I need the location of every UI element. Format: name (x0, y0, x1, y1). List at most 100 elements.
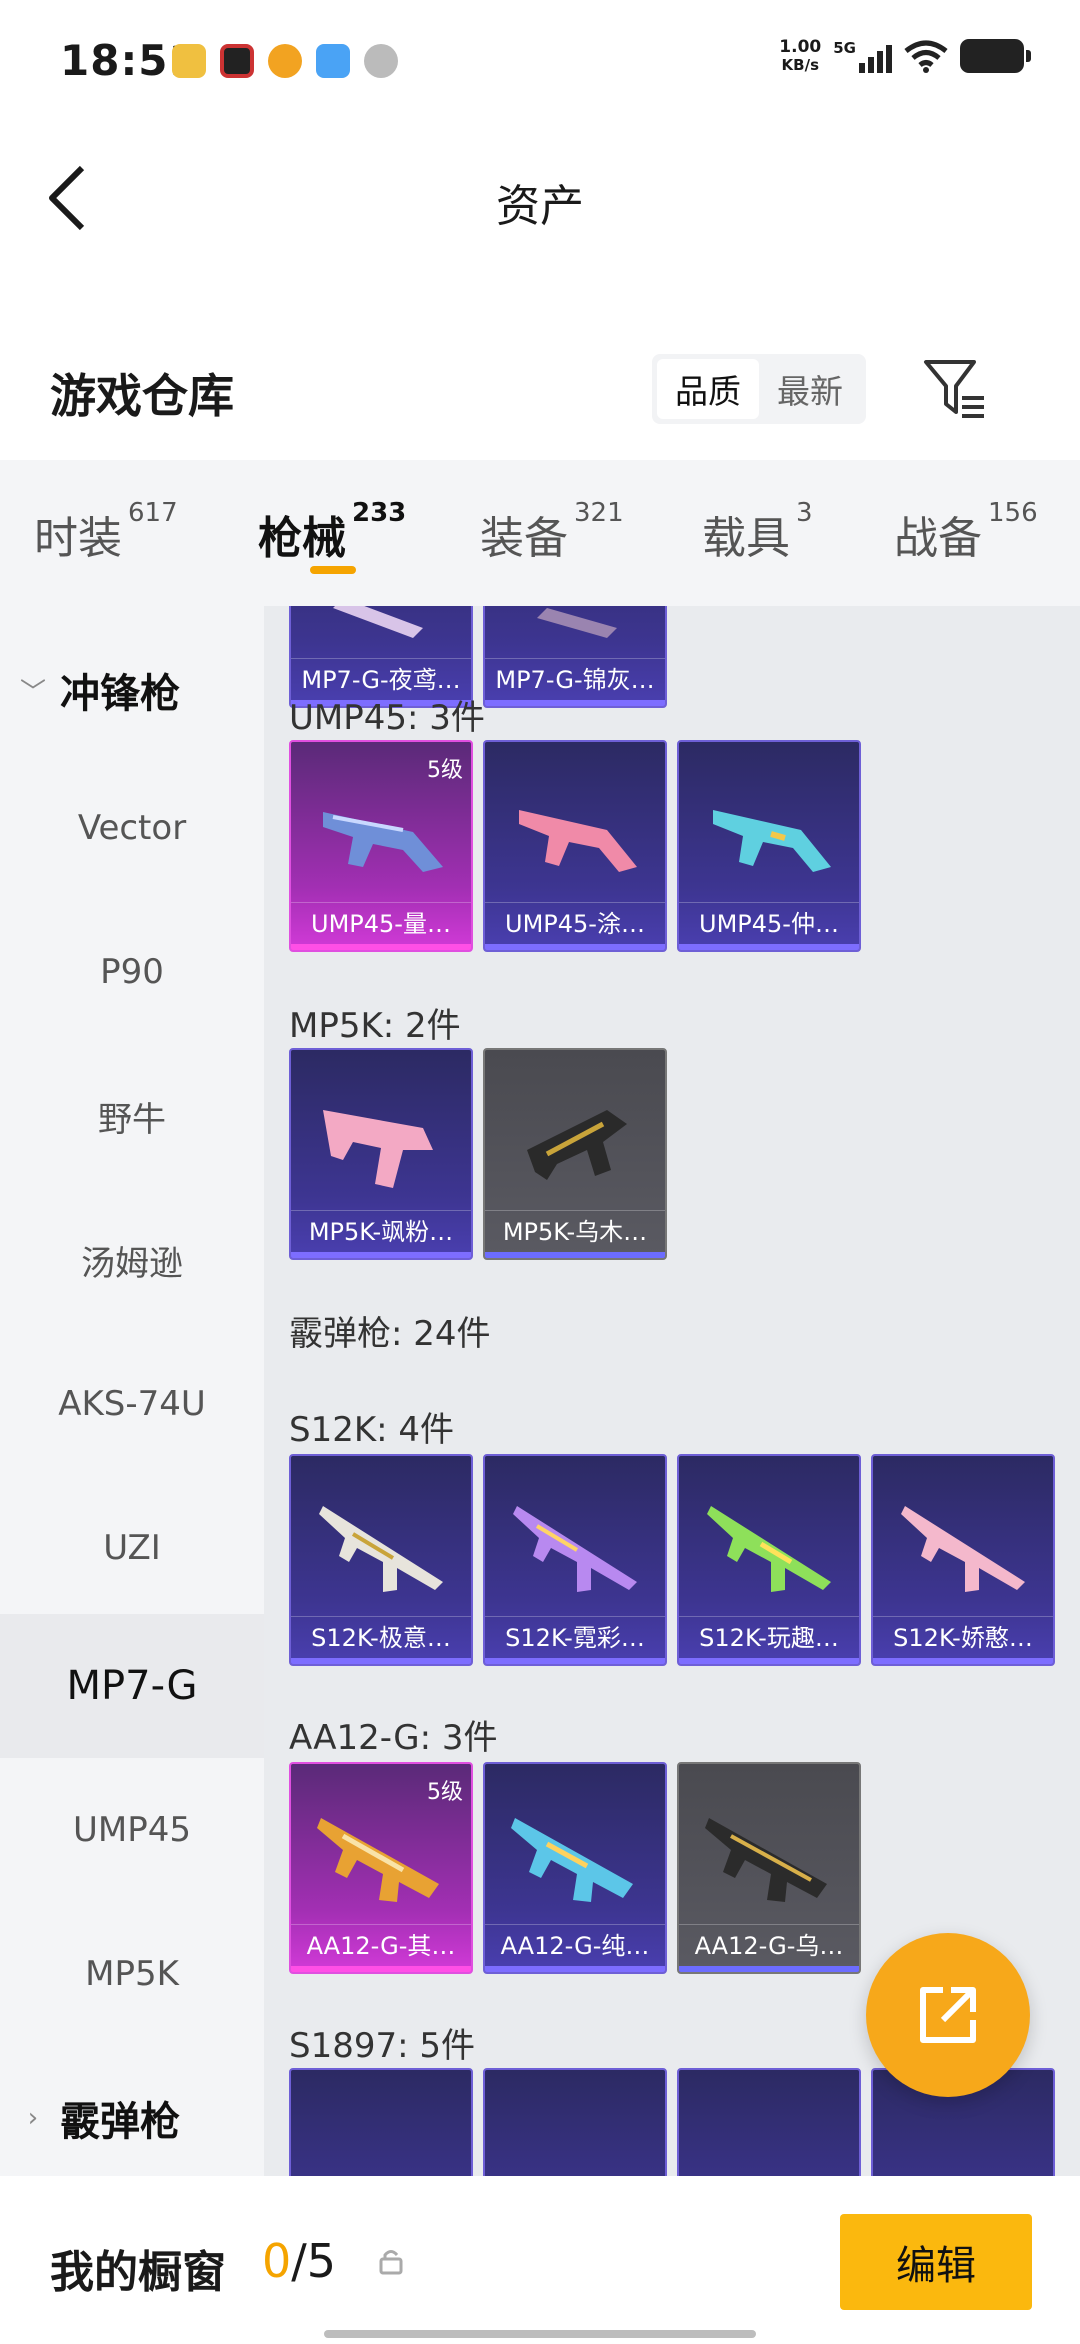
sidebar-item-mp5k[interactable]: MP5K (0, 1902, 264, 2046)
tab-label: 载具 (702, 513, 790, 564)
showcase-title: 我的橱窗 (50, 2247, 226, 2298)
filter-icon[interactable] (922, 354, 988, 424)
skin-card[interactable]: 5级 UMP45-量… (289, 740, 473, 952)
skin-card[interactable]: 5级 AA12-G-其… (289, 1762, 473, 1974)
sidebar-item-vector[interactable]: Vector (0, 756, 264, 900)
skin-card[interactable]: S12K-极意… (289, 1454, 473, 1666)
skin-name: AA12-G-纯… (485, 1924, 665, 1966)
sort-option-newest[interactable]: 最新 (759, 359, 861, 419)
skin-card[interactable]: AA12-G-纯… (483, 1762, 667, 1974)
tab-label: 装备 (480, 513, 568, 564)
network-speed-value: 1.00 (779, 37, 822, 57)
app-icon-3 (268, 44, 302, 78)
weapon-skin-icon (317, 1818, 439, 1902)
app-header: 资产 (0, 120, 1080, 280)
app-icon-2 (220, 44, 254, 78)
weapon-skin-icon (519, 810, 637, 872)
tab-count: 321 (574, 498, 624, 528)
tab-vehicles[interactable]: 载具 3 (702, 498, 813, 566)
sidebar-item-aks74u[interactable]: AKS-74U (0, 1332, 264, 1476)
group-label-ump45: UMP45: 3件 (289, 698, 485, 738)
tab-tactical[interactable]: 战备 156 (894, 498, 1038, 566)
page-title: 资产 (496, 181, 584, 232)
weapon-type-sidebar: ﹀ 冲锋枪 Vector P90 野牛 汤姆逊 AKS-74U UZI MP7-… (0, 606, 264, 2176)
skin-name: S12K-娇憨… (873, 1616, 1053, 1658)
edit-button[interactable]: 编辑 (840, 2214, 1032, 2310)
sidebar-group-smg[interactable]: ﹀ 冲锋枪 (18, 650, 180, 730)
skin-card[interactable]: S12K-玩趣… (677, 1454, 861, 1666)
sidebar-item-thompson[interactable]: 汤姆逊 (0, 1188, 264, 1332)
skin-card[interactable]: MP7-G-锦灰… (483, 606, 667, 708)
sidebar-item-uzi[interactable]: UZI (0, 1476, 264, 1620)
group-label-mp5k: MP5K: 2件 (289, 1006, 461, 1046)
rarity-bar (291, 1966, 471, 1972)
app-icon-5 (364, 44, 398, 78)
weapon-skin-icon (537, 608, 617, 638)
skin-card[interactable]: MP5K-乌木… (483, 1048, 667, 1260)
tab-firearms[interactable]: 枪械 233 (258, 498, 406, 566)
weapon-skin-icon (901, 1506, 1025, 1592)
skin-card[interactable]: UMP45-涂… (483, 740, 667, 952)
tab-count: 617 (128, 498, 178, 528)
skin-card[interactable]: S12K-娇憨… (871, 1454, 1055, 1666)
rarity-bar (485, 1252, 665, 1258)
app-icon-4 (316, 44, 350, 78)
showcase-count: 0/5 (262, 2234, 336, 2288)
section-bar: 游戏仓库 品质 最新 (0, 330, 1080, 460)
skin-name: UMP45-涂… (485, 902, 665, 944)
skin-name: S12K-霓彩… (485, 1616, 665, 1658)
weapon-skin-icon (333, 606, 423, 638)
rarity-bar (291, 1658, 471, 1664)
rarity-bar (873, 1658, 1053, 1664)
share-external-icon (920, 1987, 976, 2043)
home-indicator[interactable] (324, 2330, 756, 2338)
skin-card[interactable]: UMP45-仲… (677, 740, 861, 952)
network-speed-unit: KB/s (781, 56, 819, 74)
tab-fashion[interactable]: 时装 617 (34, 498, 178, 566)
weapon-skin-icon (511, 1818, 633, 1902)
skin-name: MP5K-飒粉… (291, 1210, 471, 1252)
skin-name: S12K-玩趣… (679, 1616, 859, 1658)
tab-count: 3 (796, 498, 813, 528)
status-indicators: 1.00 KB/s 5G (779, 37, 1031, 74)
lock-icon (379, 2250, 403, 2275)
active-tab-indicator (310, 566, 356, 574)
sidebar-item-mp7g[interactable]: MP7-G (0, 1614, 264, 1758)
skin-name: S12K-极意… (291, 1616, 471, 1658)
rarity-bar (679, 1966, 859, 1972)
battery-icon (960, 39, 1031, 73)
skin-card[interactable] (483, 2068, 667, 2176)
tab-count: 156 (988, 498, 1038, 528)
showcase-count-current: 0 (262, 2234, 292, 2288)
skin-card[interactable]: AA12-G-乌… (677, 1762, 861, 1974)
rarity-bar (485, 944, 665, 950)
showcase-count-total: /5 (291, 2234, 337, 2288)
share-button[interactable] (866, 1933, 1030, 2097)
skin-card[interactable]: S12K-霓彩… (483, 1454, 667, 1666)
skin-card[interactable]: MP5K-飒粉… (289, 1048, 473, 1260)
skin-card[interactable] (677, 2068, 861, 2176)
weapon-skin-icon (713, 810, 831, 872)
tab-count: 233 (352, 498, 407, 528)
sidebar-group-label: 霰弹枪 (60, 2099, 180, 2145)
category-tabs: 时装 617 枪械 233 装备 321 载具 3 战备 156 (0, 460, 1080, 606)
skin-name: UMP45-量… (291, 902, 471, 944)
skin-card[interactable] (289, 2068, 473, 2176)
weapon-skin-icon (707, 1506, 831, 1592)
group-label-s1897: S1897: 5件 (289, 2026, 476, 2066)
weapon-skin-icon (527, 1110, 627, 1180)
sort-option-quality[interactable]: 品质 (657, 359, 759, 419)
skin-name: UMP45-仲… (679, 902, 859, 944)
sidebar-group-shotgun[interactable]: › 霰弹枪 (18, 2078, 180, 2158)
tab-label: 时装 (34, 513, 122, 564)
tab-equipment[interactable]: 装备 321 (480, 498, 624, 566)
sidebar-item-bizon[interactable]: 野牛 (0, 1044, 264, 1188)
rarity-bar (291, 1252, 471, 1258)
sidebar-group-label: 冲锋枪 (60, 671, 180, 717)
skin-name: MP7-G-锦灰… (485, 658, 665, 700)
weapon-skin-icon (323, 812, 443, 872)
skin-name: AA12-G-其… (291, 1924, 471, 1966)
sidebar-item-p90[interactable]: P90 (0, 900, 264, 1044)
sidebar-item-ump45[interactable]: UMP45 (0, 1758, 264, 1902)
status-app-icons (172, 44, 398, 78)
